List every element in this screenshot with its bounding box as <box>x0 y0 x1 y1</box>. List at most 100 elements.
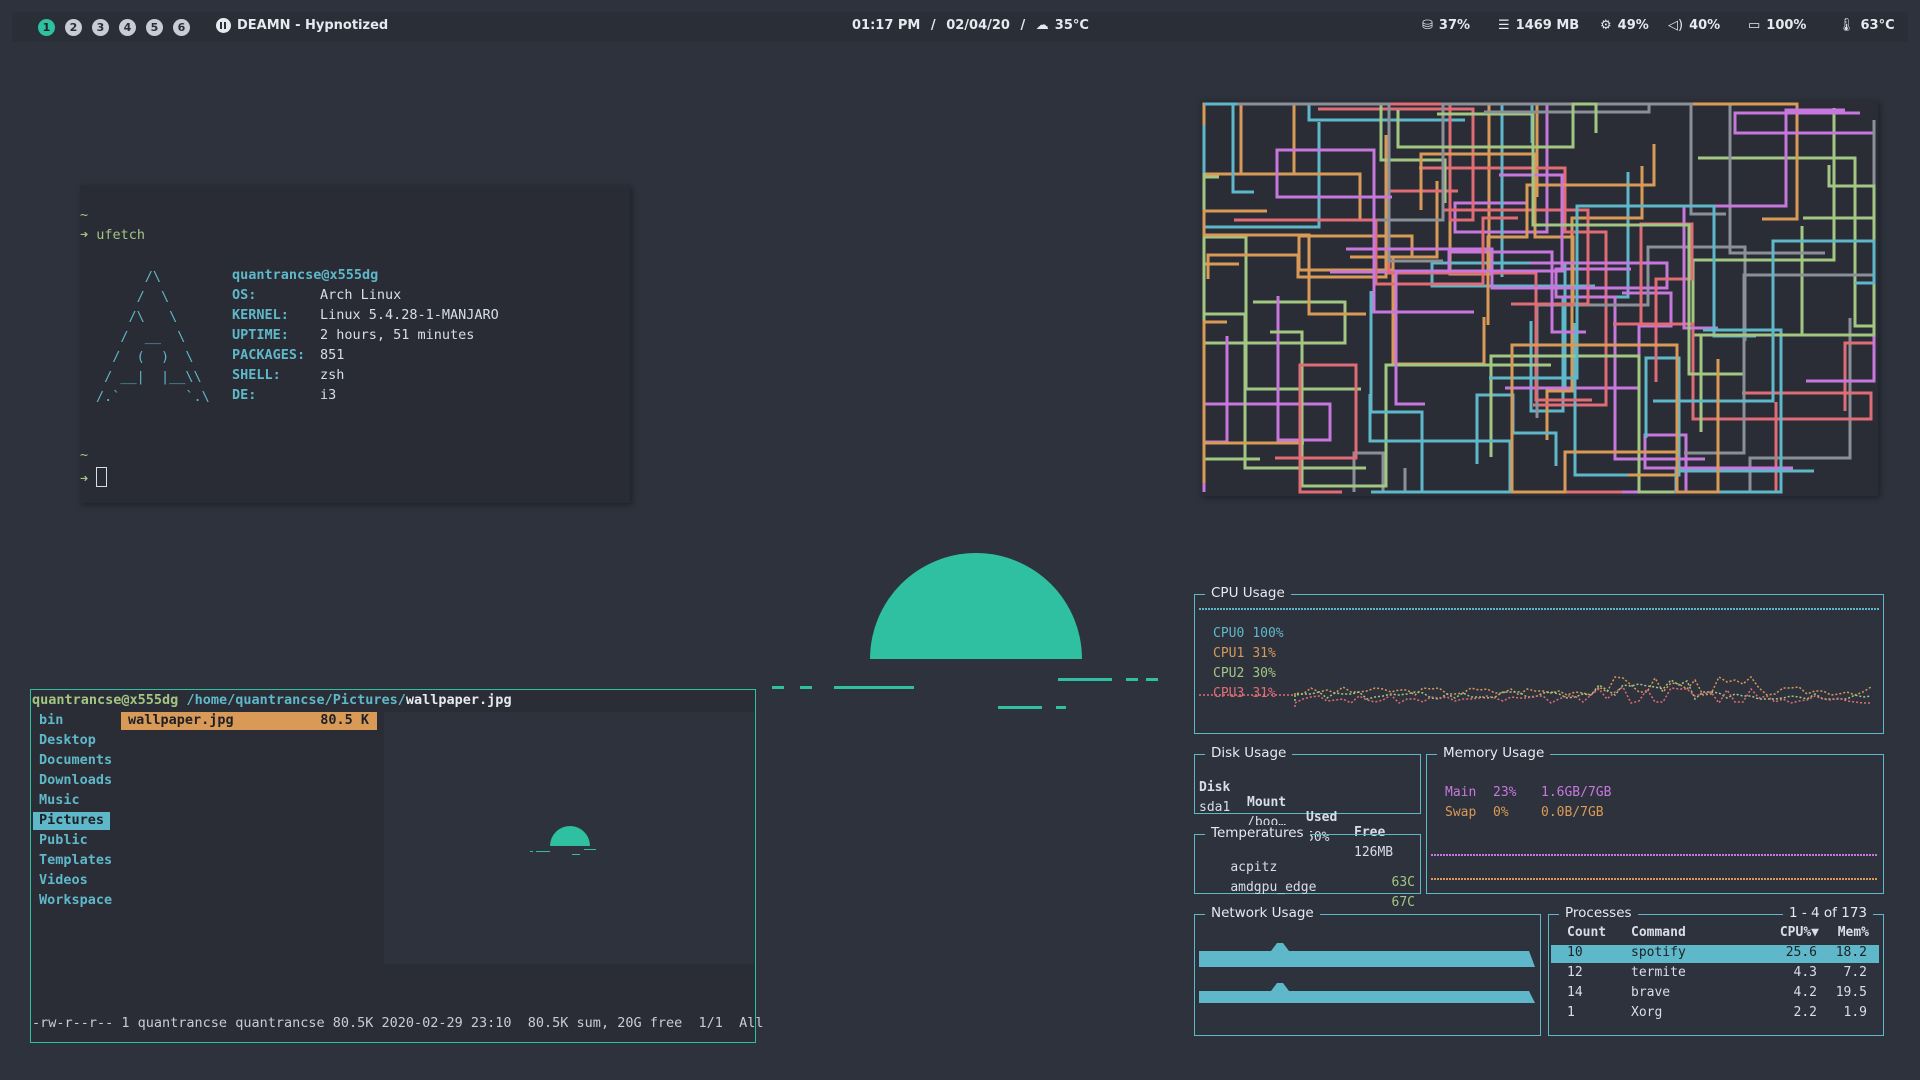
terminal-window[interactable]: ~ ➜ ufetch /\ / \ /\ \ / __ \ / ( ) \ / … <box>80 185 630 503</box>
processes-panel: Processes 1 - 4 of 173 Count Command CPU%▼… <box>1548 905 1884 1036</box>
pipe-segment <box>1508 402 1778 494</box>
pipe-segment <box>1202 296 1332 442</box>
memory-status: ☰ 1469 MB <box>1498 18 1579 33</box>
directory-item[interactable]: Templates <box>33 852 118 870</box>
workspace-4[interactable]: 4 <box>119 19 136 36</box>
process-row[interactable]: 14 brave 4.2 19.5 <box>1551 985 1879 1003</box>
directory-item[interactable]: Desktop <box>33 732 102 750</box>
cpu-value: 30% <box>1252 666 1276 681</box>
input-line[interactable]: ➜ <box>80 467 108 487</box>
path-header: quantrancse@x555dg /home/quantrancse/Pic… <box>32 692 512 708</box>
file-manager-window[interactable]: quantrancse@x555dg /home/quantrancse/Pic… <box>30 689 764 1043</box>
volume-value: 40% <box>1689 18 1721 33</box>
process-cell: 18.2 <box>1835 945 1867 960</box>
directory-item[interactable]: Documents <box>33 752 118 770</box>
logo-line: / __ \ <box>96 329 186 345</box>
pipe-segment <box>1202 336 1229 492</box>
network-graph-area <box>1199 943 1535 967</box>
user-host: quantrancse@x555dg <box>232 267 379 283</box>
pipe-segment <box>1204 102 1254 194</box>
pipe-segment <box>1733 111 1876 183</box>
battery-icon: ▭ <box>1748 18 1761 33</box>
process-cell: brave <box>1631 985 1671 1000</box>
info-value: i3 <box>320 387 337 403</box>
directory-item[interactable]: Music <box>33 792 86 810</box>
workspace-6[interactable]: 6 <box>173 19 190 36</box>
info-key: UPTIME: <box>232 327 289 343</box>
info-key: PACKAGES: <box>232 347 306 363</box>
directory-item[interactable]: Public <box>33 832 94 850</box>
process-cell: 10 <box>1567 945 1583 960</box>
pipe-segment <box>1202 300 1347 461</box>
file-size: 80.5 K <box>320 712 369 728</box>
cpu-name: CPU1 <box>1213 646 1245 661</box>
process-header: Count Command CPU%▼ Mem% <box>1549 925 1883 943</box>
info-key: SHELL: <box>232 367 281 383</box>
process-cell: 1.9 <box>1843 1005 1867 1020</box>
file-entry-selected[interactable]: wallpaper.jpg 80.5 K <box>121 712 377 730</box>
process-cell: Xorg <box>1631 1005 1663 1020</box>
now-playing-label: DEAMN - Hypnotized <box>237 18 389 33</box>
process-row[interactable]: 1 Xorg 2.2 1.9 <box>1551 1005 1879 1023</box>
memory-graph <box>1431 854 1877 880</box>
top-bar: 1 2 3 4 5 6 DEAMN - Hypnotized 01:17 PM … <box>12 12 1908 42</box>
pipes-window[interactable] <box>1200 100 1878 496</box>
memory-icon: ☰ <box>1498 18 1510 33</box>
directory-item[interactable]: Pictures <box>33 812 111 830</box>
pause-icon[interactable] <box>216 18 231 33</box>
disk-icon: ⛁ <box>1422 18 1433 33</box>
workspace-list: 1 2 3 4 5 6 <box>38 19 190 36</box>
date: 02/04/20 <box>946 18 1010 33</box>
fm-filename: wallpaper.jpg <box>405 692 512 708</box>
cpu-graph-line <box>1294 675 1872 696</box>
logo-line: /.` `.\ <box>96 389 210 405</box>
directory-item[interactable]: bin <box>33 712 69 730</box>
now-playing[interactable]: DEAMN - Hypnotized <box>216 18 388 33</box>
battery-status: ▭ 100% <box>1748 18 1806 33</box>
process-cell: 12 <box>1567 965 1583 980</box>
process-row[interactable]: 12 termite 4.3 7.2 <box>1551 965 1879 983</box>
process-column-header[interactable]: Command <box>1631 925 1686 940</box>
workspace-2[interactable]: 2 <box>65 19 82 36</box>
network-graph-area <box>1199 983 1535 1003</box>
temperature-value: 63°C <box>1860 18 1895 33</box>
cpu-row: CPU3 31% <box>1213 686 1276 701</box>
info-value: 851 <box>320 347 345 363</box>
workspace-5[interactable]: 5 <box>146 19 163 36</box>
pipe-segment <box>1234 102 1465 122</box>
weather: 35°C <box>1054 18 1089 33</box>
cpu-graph <box>1199 608 1879 707</box>
cpu-icon: ⚙ <box>1600 18 1612 33</box>
process-column-header[interactable]: Count <box>1567 925 1606 940</box>
volume-status[interactable]: ◁) 40% <box>1668 18 1720 33</box>
cpu-status: ⚙ 49% <box>1600 18 1649 33</box>
pipe-segment <box>1653 239 1876 403</box>
workspace-1[interactable]: 1 <box>38 19 55 36</box>
process-cell: 2.2 <box>1793 1005 1817 1020</box>
pipe-segment <box>1368 394 1512 494</box>
cpu-graph-line <box>1294 679 1872 701</box>
memory-usage-panel: Memory Usage Main 23% 1.6GB/7GB Swap 0% 0.0B/… <box>1426 745 1884 894</box>
pipe-segment <box>1202 104 1321 229</box>
prompt-arrow-icon: ➜ <box>80 471 89 487</box>
speaker-icon: ◁) <box>1668 18 1684 33</box>
process-column-header[interactable]: Mem% <box>1838 925 1869 940</box>
process-cell: 4.3 <box>1793 965 1817 980</box>
process-row[interactable]: 10 spotify 25.6 18.2 <box>1551 945 1879 963</box>
pipes-art <box>1202 102 1876 494</box>
clock: 01:17 PM / 02/04/20 / ☁ 35°C <box>852 18 1089 33</box>
process-count: 1 - 4 of 173 <box>1783 905 1873 921</box>
process-cell: 14 <box>1567 985 1583 1000</box>
directory-item[interactable]: Workspace <box>33 892 118 910</box>
fm-path: /home/quantrancse/Pictures/ <box>186 692 406 708</box>
process-column-header[interactable]: CPU%▼ <box>1780 925 1819 940</box>
command-line: ➜ ufetch <box>80 227 145 243</box>
directory-item[interactable]: Videos <box>33 872 94 890</box>
info-value: Arch Linux <box>320 287 402 303</box>
memory-value: 1469 MB <box>1515 18 1580 33</box>
sunset-wallpaper-art <box>772 553 1158 709</box>
network-graph <box>1199 943 1535 1003</box>
directory-item[interactable]: Downloads <box>33 772 118 790</box>
text-cursor <box>96 467 108 487</box>
workspace-3[interactable]: 3 <box>92 19 109 36</box>
